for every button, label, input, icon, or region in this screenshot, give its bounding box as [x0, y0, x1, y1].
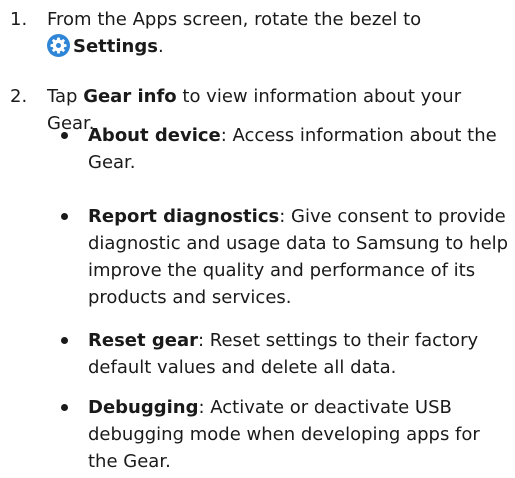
- step-text: From the Apps screen, rotate the bezel t…: [47, 6, 509, 60]
- bullet-dot: [61, 132, 68, 139]
- bullet-dot: [61, 337, 68, 344]
- bullet-dot: [61, 213, 68, 220]
- settings-label: Settings: [73, 36, 158, 57]
- bullet-dot: [61, 404, 68, 411]
- step-line-2: Settings.: [47, 33, 509, 60]
- step-line: From the Apps screen, rotate the bezel t…: [47, 9, 422, 30]
- step-number: 1.: [10, 9, 28, 30]
- bullet-term: Debugging: [88, 397, 199, 418]
- settings-gear-icon: [47, 34, 70, 57]
- bullet-term: Reset gear: [88, 330, 198, 351]
- bullet-term: About device: [88, 125, 221, 146]
- step-suffix: .: [157, 36, 164, 57]
- step-number: 2.: [10, 86, 28, 107]
- step-prefix: Tap: [47, 86, 84, 107]
- bullet-text: Report diagnostics: Give consent to prov…: [88, 203, 513, 311]
- bullet-text: Reset gear: Reset settings to their fact…: [88, 327, 513, 381]
- gear-info-label: Gear info: [83, 86, 177, 107]
- bullet-text: Debugging: Activate or deactivate USB de…: [88, 394, 513, 475]
- bullet-text: About device: Access information about t…: [88, 122, 513, 176]
- bullet-term: Report diagnostics: [88, 206, 280, 227]
- instruction-document: 1. From the Apps screen, rotate the beze…: [0, 0, 515, 478]
